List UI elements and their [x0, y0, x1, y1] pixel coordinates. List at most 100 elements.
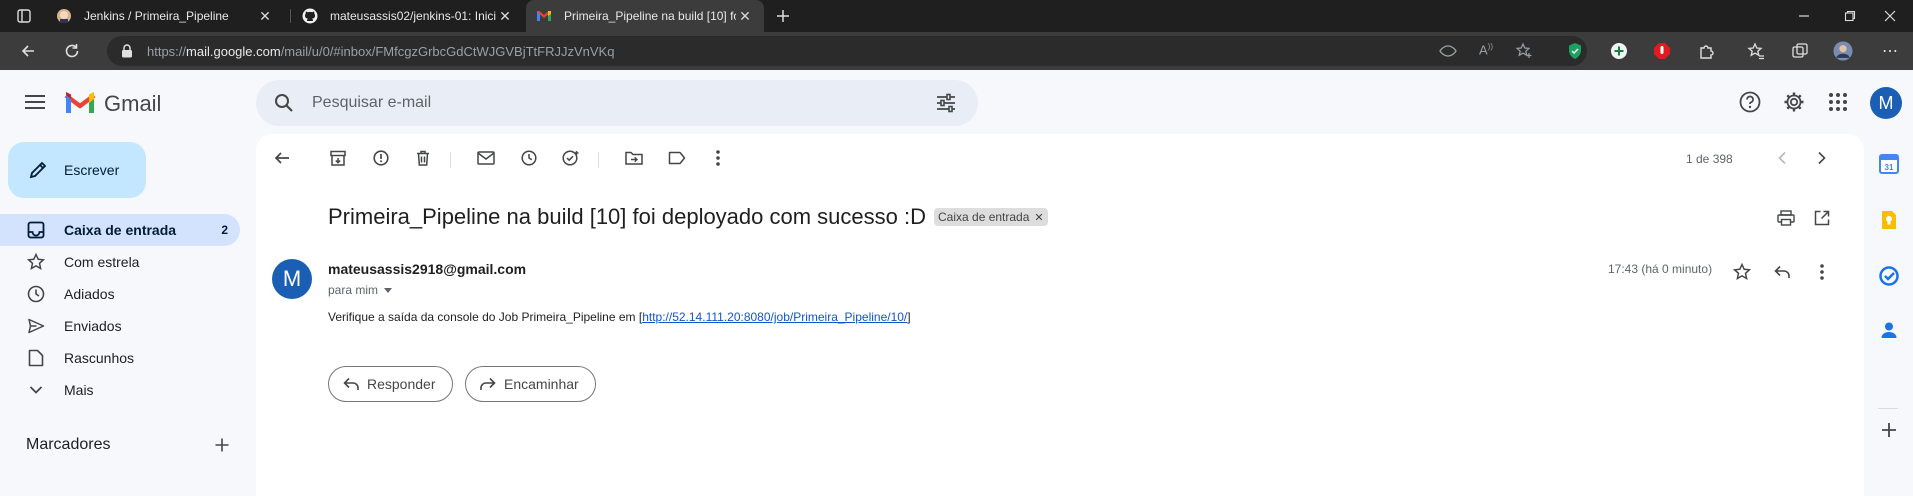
report-spam-icon[interactable]	[369, 146, 393, 170]
sender-email[interactable]: mateusassis2918@gmail.com	[328, 261, 526, 277]
settings-gear-icon[interactable]	[1774, 82, 1814, 122]
label-icon[interactable]	[665, 146, 689, 170]
add-label-icon[interactable]	[214, 437, 230, 453]
extensions-puzzle-icon[interactable]	[1697, 41, 1717, 61]
inbox-icon	[26, 220, 46, 240]
sidebar-item-label: Mais	[64, 382, 94, 398]
close-window-icon[interactable]	[1867, 0, 1913, 32]
favorites-icon[interactable]	[1746, 41, 1766, 61]
email-timestamp: 17:43 (há 0 minuto)	[1608, 262, 1713, 276]
back-icon[interactable]	[14, 37, 42, 65]
search-input[interactable]	[312, 91, 872, 115]
gmail-sidebar: Escrever Caixa de entrada 2 Com estrela …	[0, 134, 250, 496]
tab-title: Jenkins / Primeira_Pipeline	[84, 9, 229, 23]
tasks-icon[interactable]	[1878, 265, 1900, 287]
sidebar-item-snoozed[interactable]: Adiados	[0, 278, 240, 310]
read-aloud-icon[interactable]: A))	[1479, 42, 1493, 57]
minimize-icon[interactable]	[1781, 0, 1827, 32]
tab-close-icon[interactable]: ✕	[256, 7, 274, 25]
read-mode-icon[interactable]	[1439, 43, 1457, 59]
add-to-tasks-icon[interactable]	[559, 146, 583, 170]
extension-shield-icon[interactable]	[1565, 41, 1585, 61]
older-chevron-right-icon[interactable]	[1810, 146, 1834, 170]
new-tab-icon[interactable]	[769, 2, 797, 30]
message-view: 1 de 398 Primeira_Pipeline na build [10]…	[256, 134, 1864, 496]
move-to-icon[interactable]	[622, 146, 646, 170]
body-text-suffix: ]	[907, 310, 911, 324]
label-chip-text: Caixa de entrada	[938, 210, 1030, 224]
sidebar-item-starred[interactable]: Com estrela	[0, 246, 240, 278]
sidebar-item-inbox[interactable]: Caixa de entrada 2	[0, 214, 240, 246]
main-menu-icon[interactable]	[15, 82, 55, 122]
tab-actions-icon[interactable]	[10, 2, 38, 30]
jenkins-job-link[interactable]: http://52.14.111.20:8080/job/Primeira_Pi…	[642, 310, 907, 324]
star-message-icon[interactable]	[1730, 260, 1754, 284]
print-icon[interactable]	[1774, 206, 1798, 230]
pagination-text: 1 de 398	[1686, 152, 1733, 166]
snooze-icon[interactable]	[517, 146, 541, 170]
more-actions-icon[interactable]	[1810, 260, 1834, 284]
url-path: /mail/u/0/#inbox/FMfcgzGrbcGdCtWJGVBjTtF…	[280, 44, 615, 59]
browser-menu-icon[interactable]: ⋯	[1880, 41, 1900, 61]
sidebar-item-label: Caixa de entrada	[64, 222, 177, 238]
sidebar-item-drafts[interactable]: Rascunhos	[0, 342, 240, 374]
search-bar[interactable]	[256, 80, 978, 126]
sidebar-item-label: Com estrela	[64, 254, 140, 270]
caret-down-icon[interactable]	[384, 287, 393, 293]
gmail-logo-text[interactable]: Gmail	[104, 91, 161, 117]
search-icon[interactable]	[274, 93, 294, 113]
reply-button[interactable]: Responder	[328, 366, 453, 402]
newer-chevron-left-icon[interactable]	[1770, 146, 1794, 170]
archive-icon[interactable]	[326, 146, 350, 170]
back-to-inbox-icon[interactable]	[270, 146, 294, 170]
sidebar-item-sent[interactable]: Enviados	[0, 310, 240, 342]
profile-avatar-icon[interactable]	[1833, 41, 1853, 61]
star-icon	[26, 252, 46, 272]
side-panel-divider	[1878, 408, 1898, 409]
sender-avatar[interactable]: M	[272, 259, 312, 299]
extension-plus-icon[interactable]	[1609, 41, 1629, 61]
jenkins-favicon-icon	[56, 8, 72, 24]
address-bar[interactable]: https://mail.google.com/mail/u/0/#inbox/…	[107, 36, 1587, 66]
remove-label-icon[interactable]: ✕	[1034, 211, 1043, 224]
collections-icon[interactable]	[1790, 41, 1810, 61]
recipient-text: para mim	[328, 283, 379, 297]
sidebar-item-more[interactable]: Mais	[0, 374, 240, 406]
mark-unread-icon[interactable]	[474, 146, 498, 170]
refresh-icon[interactable]	[58, 37, 86, 65]
inbox-label-chip[interactable]: Caixa de entrada ✕	[934, 208, 1048, 226]
reply-icon[interactable]	[1770, 260, 1794, 284]
help-icon[interactable]	[1730, 82, 1770, 122]
svg-text:31: 31	[1885, 163, 1894, 172]
tab-gmail-active[interactable]: Primeira_Pipeline na build [10] foi depl…	[526, 0, 764, 32]
forward-label: Encaminhar	[504, 376, 579, 392]
lock-icon[interactable]	[121, 44, 133, 58]
account-avatar[interactable]: M	[1870, 87, 1902, 119]
more-options-icon[interactable]	[706, 146, 730, 170]
sidebar-item-label: Adiados	[64, 286, 115, 302]
delete-icon[interactable]	[411, 146, 435, 170]
clock-icon	[26, 284, 46, 304]
open-new-window-icon[interactable]	[1810, 206, 1834, 230]
favorite-add-icon[interactable]	[1515, 42, 1533, 60]
calendar-icon[interactable]: 31	[1878, 153, 1900, 175]
search-options-icon[interactable]	[936, 93, 956, 113]
forward-button[interactable]: Encaminhar	[465, 366, 596, 402]
tab-close-icon[interactable]: ✕	[496, 7, 514, 25]
compose-button[interactable]: Escrever	[8, 142, 146, 198]
keep-notes-icon[interactable]	[1878, 209, 1900, 231]
github-favicon-icon	[302, 8, 318, 24]
extension-adblock-icon[interactable]	[1652, 41, 1672, 61]
tab-jenkins[interactable]: Jenkins / Primeira_Pipeline ✕	[46, 0, 284, 32]
browser-tab-bar: Jenkins / Primeira_Pipeline ✕ mateusassi…	[0, 0, 1913, 32]
contacts-icon[interactable]	[1878, 319, 1900, 341]
recipient-details[interactable]: para mim	[328, 283, 393, 297]
tab-github[interactable]: mateusassis02/jenkins-01: Iniciando ✕	[292, 0, 524, 32]
apps-grid-icon[interactable]	[1818, 82, 1858, 122]
get-addons-plus-icon[interactable]	[1878, 419, 1900, 441]
tab-close-icon[interactable]: ✕	[736, 7, 754, 25]
email-body: Verifique a saída da console do Job Prim…	[328, 310, 911, 324]
gmail-logo-icon[interactable]	[64, 91, 96, 115]
forward-arrow-icon	[480, 377, 496, 391]
toolbar-divider	[450, 152, 451, 168]
